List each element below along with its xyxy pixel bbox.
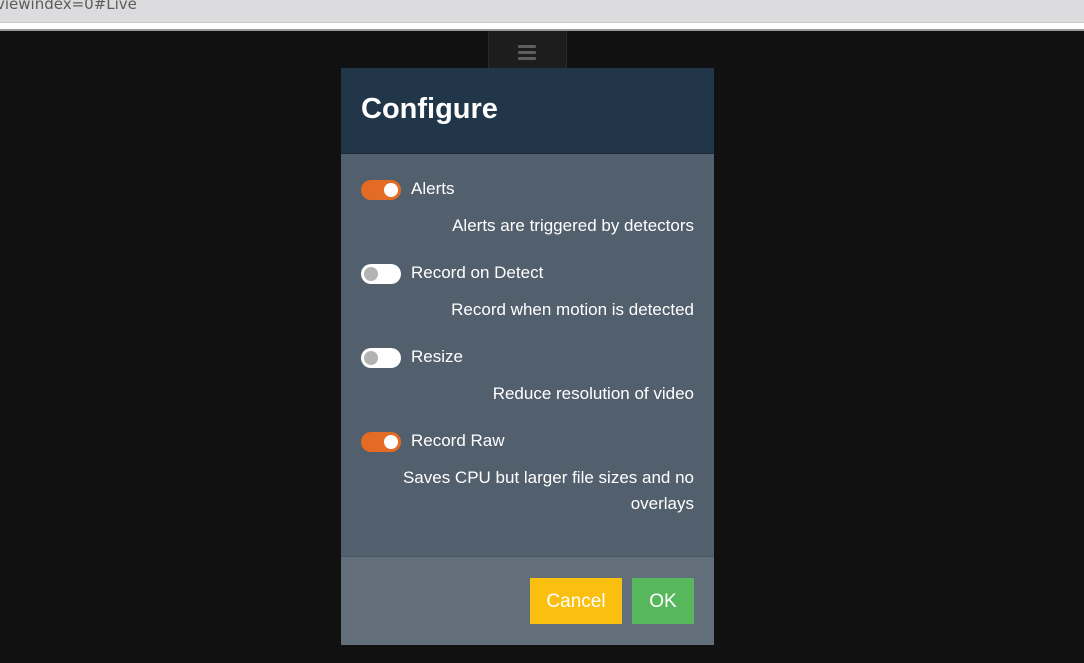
toggle-knob xyxy=(384,435,398,449)
option-description: Alerts are triggered by detectors xyxy=(452,216,694,235)
dialog-header: Configure xyxy=(341,68,714,154)
cancel-button[interactable]: Cancel xyxy=(530,578,622,624)
option-description: Saves CPU but larger file sizes and no o… xyxy=(402,468,694,513)
dialog-title: Configure xyxy=(361,93,498,125)
menu-toggle-button[interactable] xyxy=(488,31,567,69)
dialog-footer: Cancel OK xyxy=(341,556,714,645)
toggle-knob xyxy=(364,351,378,365)
option-label: Resize xyxy=(411,347,463,366)
hamburger-menu-icon xyxy=(518,45,536,60)
option-description: Reduce resolution of video xyxy=(492,384,694,403)
browser-address-bar[interactable]: viewindex=0#Live xyxy=(0,0,1084,23)
toggle-knob xyxy=(364,267,378,281)
option-description: Record when motion is detected xyxy=(451,300,694,319)
option-label: Alerts xyxy=(411,179,455,198)
configure-dialog: Configure Alerts Alerts are triggered by… xyxy=(341,68,714,645)
option-label: Record Raw xyxy=(411,431,505,450)
dialog-body: Alerts Alerts are triggered by detectors… xyxy=(341,154,714,556)
record-on-detect-toggle[interactable] xyxy=(361,264,401,284)
resize-toggle[interactable] xyxy=(361,348,401,368)
ok-button[interactable]: OK xyxy=(632,578,694,624)
alerts-toggle[interactable] xyxy=(361,180,401,200)
address-bar-url[interactable]: viewindex=0#Live xyxy=(0,0,137,13)
toggle-knob xyxy=(384,183,398,197)
record-raw-toggle[interactable] xyxy=(361,432,401,452)
option-label: Record on Detect xyxy=(411,263,544,282)
